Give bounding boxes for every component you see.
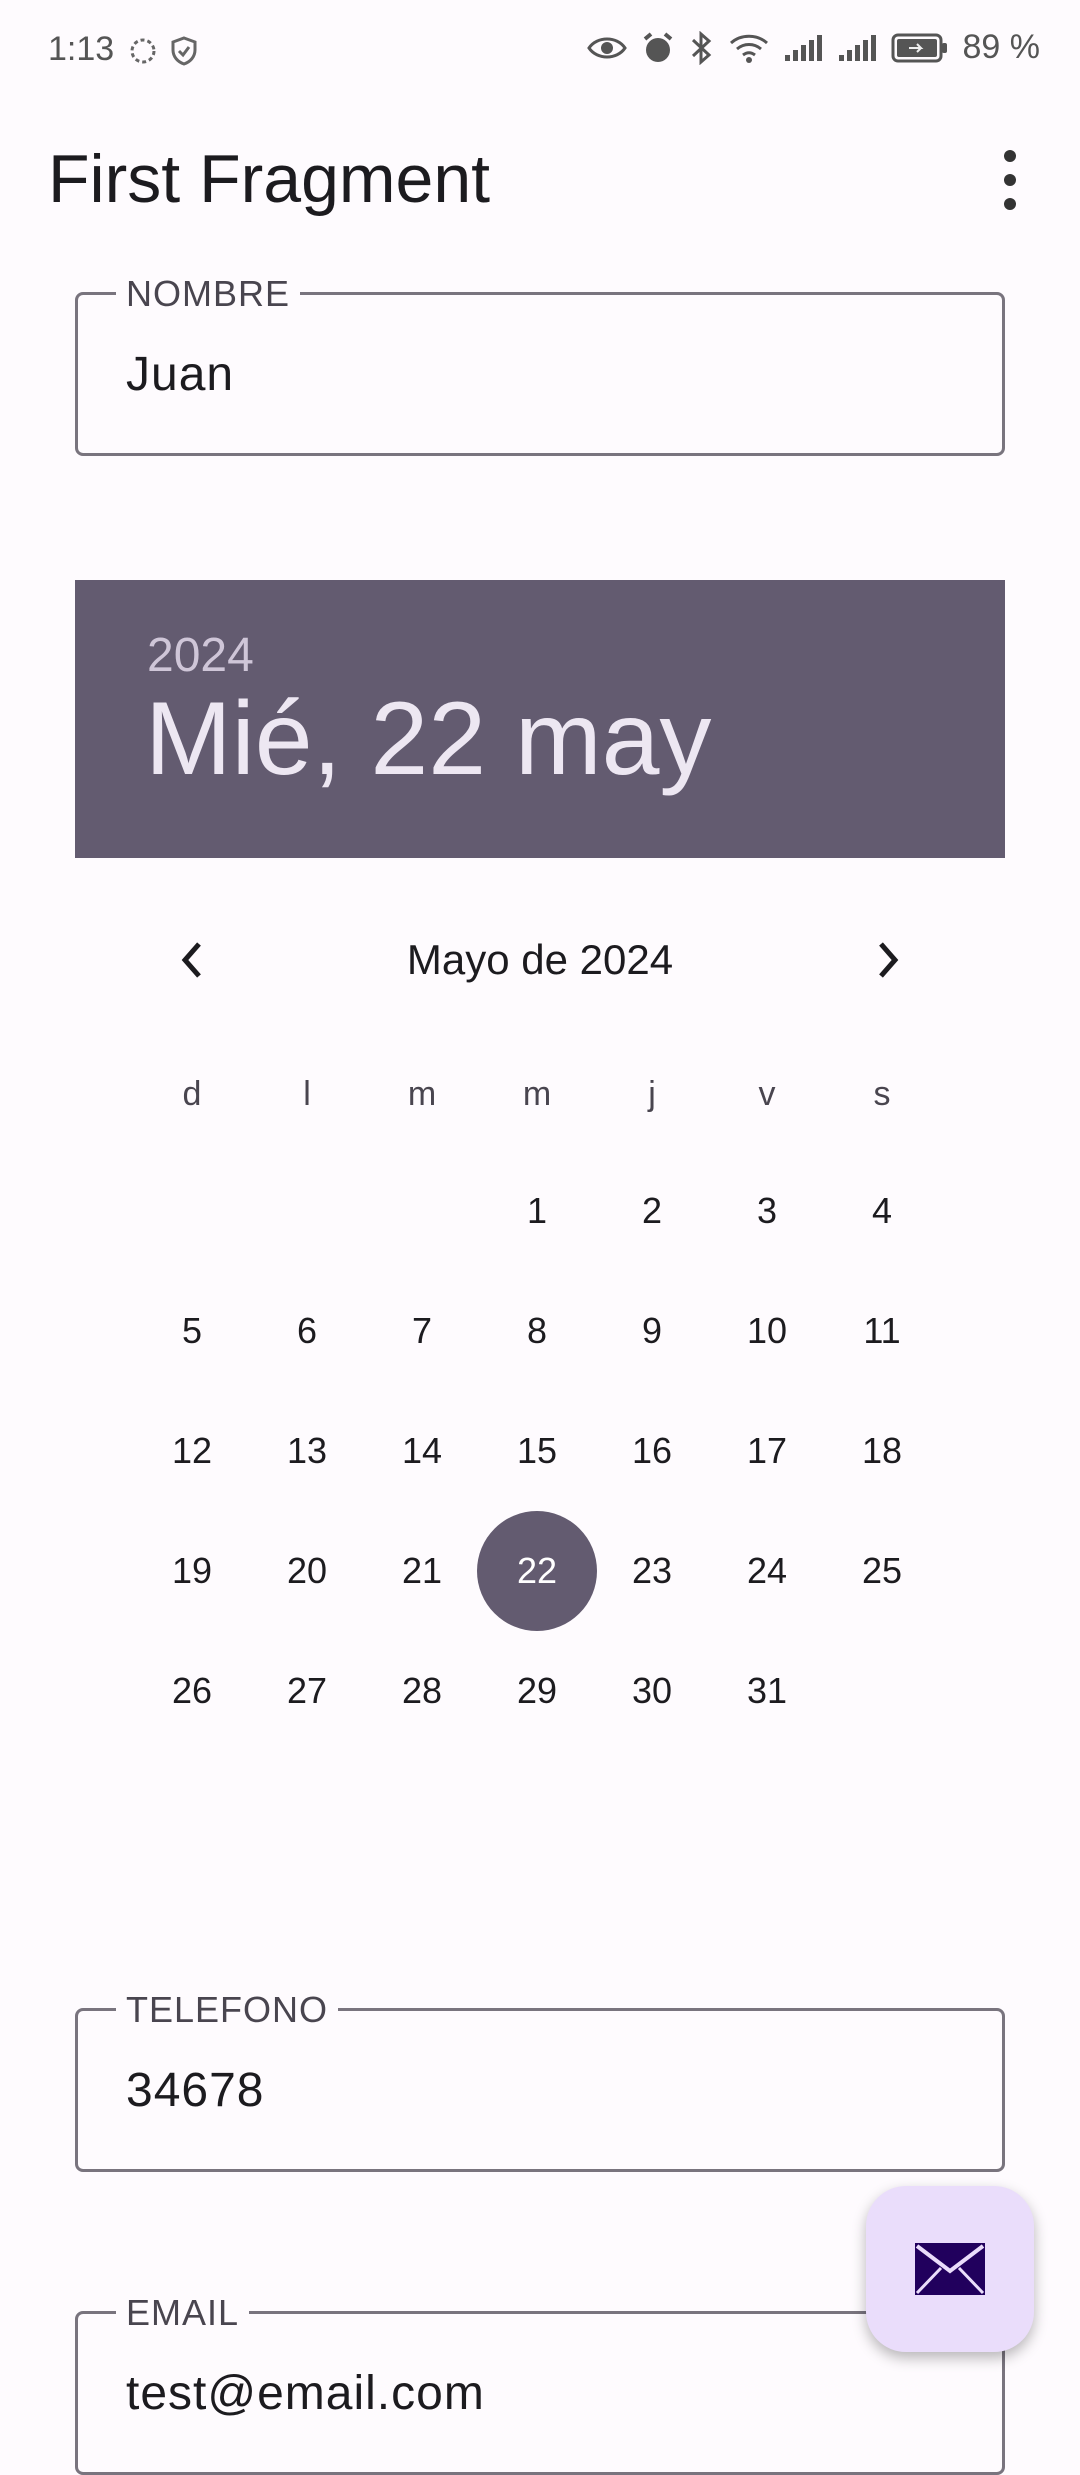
eye-icon <box>586 37 627 58</box>
status-bar: 1:13 89 % <box>0 0 1080 105</box>
calendar-day[interactable]: 27 <box>247 1631 367 1751</box>
calendar-day[interactable]: 15 <box>477 1391 597 1511</box>
weekday-label: j <box>648 1075 656 1113</box>
calendar-day[interactable]: 1 <box>477 1151 597 1271</box>
telefono-label: TELEFONO <box>116 1989 339 2031</box>
calendar-day[interactable]: 2 <box>592 1151 712 1271</box>
next-month-button[interactable] <box>858 930 918 990</box>
calendar-day[interactable]: 12 <box>132 1391 252 1511</box>
calendar-day[interactable]: 18 <box>822 1391 942 1511</box>
calendar-day[interactable]: 24 <box>707 1511 827 1631</box>
battery-percent: 89 % <box>962 28 1041 66</box>
calendar-day[interactable]: 6 <box>247 1271 367 1391</box>
calendar-day[interactable]: 8 <box>477 1271 597 1391</box>
calendar-day[interactable]: 28 <box>362 1631 482 1751</box>
weekday-label: l <box>303 1075 311 1113</box>
battery-icon <box>891 33 947 62</box>
date-picker-selected-date: Mié, 22 may <box>145 681 712 797</box>
month-label: Mayo de 2024 <box>406 936 674 983</box>
email-value: test@email.com <box>126 2367 485 2420</box>
calendar-day[interactable]: 17 <box>707 1391 827 1511</box>
calendar-day[interactable]: 10 <box>707 1271 827 1391</box>
calendar-day[interactable]: 9 <box>592 1271 712 1391</box>
calendar-day[interactable]: 3 <box>707 1151 827 1271</box>
email-field[interactable]: EMAIL test@email.com <box>75 2292 1005 2475</box>
weekday-label: m <box>407 1075 437 1113</box>
page-title: First Fragment <box>48 141 491 217</box>
calendar-day[interactable]: 20 <box>247 1511 367 1631</box>
calendar-day[interactable]: 31 <box>707 1631 827 1751</box>
calendar-day[interactable]: 19 <box>132 1511 252 1631</box>
chevron-right-icon <box>879 942 899 978</box>
calendar-day[interactable]: 25 <box>822 1511 942 1631</box>
nombre-label: NOMBRE <box>116 273 301 315</box>
email-icon <box>915 2243 985 2295</box>
weekday-label: d <box>182 1075 202 1113</box>
bluetooth-icon <box>691 30 711 65</box>
calendar-day[interactable]: 23 <box>592 1511 712 1631</box>
more-vert-icon[interactable] <box>990 150 1030 210</box>
weekday-label: s <box>873 1075 891 1113</box>
date-picker-header: 2024 Mié, 22 may <box>75 580 1005 858</box>
email-label: EMAIL <box>116 2292 250 2334</box>
telefono-value: 34678 <box>126 2064 265 2117</box>
email-fab-button[interactable] <box>866 2186 1034 2352</box>
calendar-day-selected[interactable]: 22 <box>477 1511 597 1631</box>
weekday-label: v <box>758 1075 776 1113</box>
status-time: 1:13 <box>48 30 115 68</box>
telefono-field[interactable]: TELEFONO 34678 <box>75 1989 1005 2172</box>
calendar-day[interactable]: 16 <box>592 1391 712 1511</box>
calendar-day[interactable]: 11 <box>822 1271 942 1391</box>
calendar-day[interactable]: 14 <box>362 1391 482 1511</box>
nombre-value: Juan <box>126 348 235 401</box>
sync-icon <box>130 38 156 64</box>
calendar-day[interactable]: 5 <box>132 1271 252 1391</box>
wifi-icon <box>729 34 768 63</box>
calendar-day[interactable]: 4 <box>822 1151 942 1271</box>
nombre-field[interactable]: NOMBRE Juan <box>75 273 1005 456</box>
calendar-day[interactable]: 26 <box>132 1631 252 1751</box>
calendar-day[interactable]: 21 <box>362 1511 482 1631</box>
date-picker-year[interactable]: 2024 <box>147 628 254 683</box>
calendar-day[interactable]: 13 <box>247 1391 367 1511</box>
alarm-icon <box>643 31 672 62</box>
calendar-day[interactable]: 7 <box>362 1271 482 1391</box>
signal-icon <box>784 34 822 61</box>
calendar-day[interactable]: 29 <box>477 1631 597 1751</box>
signal-icon-2 <box>838 34 876 61</box>
weekday-label: m <box>522 1075 552 1113</box>
calendar-day[interactable]: 30 <box>592 1631 712 1751</box>
shield-icon <box>171 36 197 66</box>
